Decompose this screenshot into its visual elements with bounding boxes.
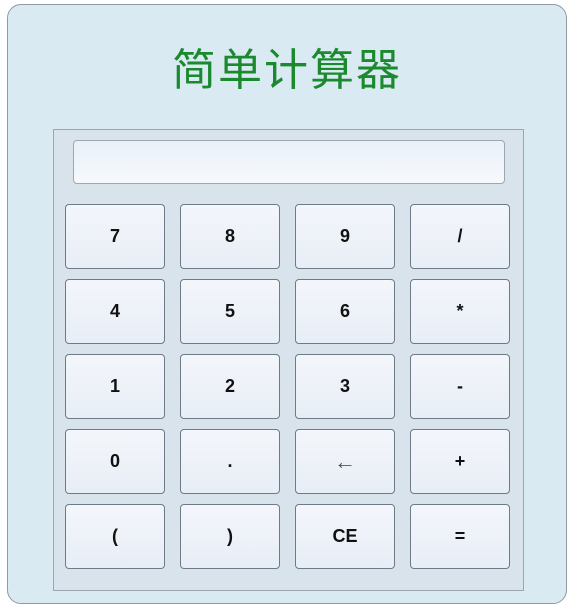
key-8-button[interactable]: 8 xyxy=(180,204,280,269)
key-multiply-button[interactable]: * xyxy=(410,279,510,344)
keypad: 7 8 9/ 4 5 6 * 1 2 3- 0. ← + () CE = xyxy=(65,204,514,569)
page-title: 简单计算器 xyxy=(172,45,402,96)
key-7-button[interactable]: 7 xyxy=(65,204,165,269)
key-1-button[interactable]: 1 xyxy=(65,354,165,419)
key-5-button[interactable]: 5 xyxy=(180,279,280,344)
backspace-button[interactable]: ← xyxy=(295,429,395,494)
display-input[interactable] xyxy=(73,140,505,184)
key-0-button[interactable]: 0 xyxy=(65,429,165,494)
key-divide-button[interactable]: / xyxy=(410,204,510,269)
key-close-paren-button[interactable]: ) xyxy=(180,504,280,569)
key-6-button[interactable]: 6 xyxy=(295,279,395,344)
clear-entry-button[interactable]: CE xyxy=(295,504,395,569)
calculator-panel: 7 8 9/ 4 5 6 * 1 2 3- 0. ← + () CE = xyxy=(53,129,524,591)
key-decimal-button[interactable]: . xyxy=(180,429,280,494)
equals-button[interactable]: = xyxy=(410,504,510,569)
key-add-button[interactable]: + xyxy=(410,429,510,494)
key-4-button[interactable]: 4 xyxy=(65,279,165,344)
key-3-button[interactable]: 3 xyxy=(295,354,395,419)
key-2-button[interactable]: 2 xyxy=(180,354,280,419)
key-subtract-button[interactable]: - xyxy=(410,354,510,419)
calculator-frame: 简单计算器 7 8 9/ 4 5 6 * 1 2 3- 0. ← + () CE = xyxy=(7,4,567,604)
key-open-paren-button[interactable]: ( xyxy=(65,504,165,569)
key-9-button[interactable]: 9 xyxy=(295,204,395,269)
